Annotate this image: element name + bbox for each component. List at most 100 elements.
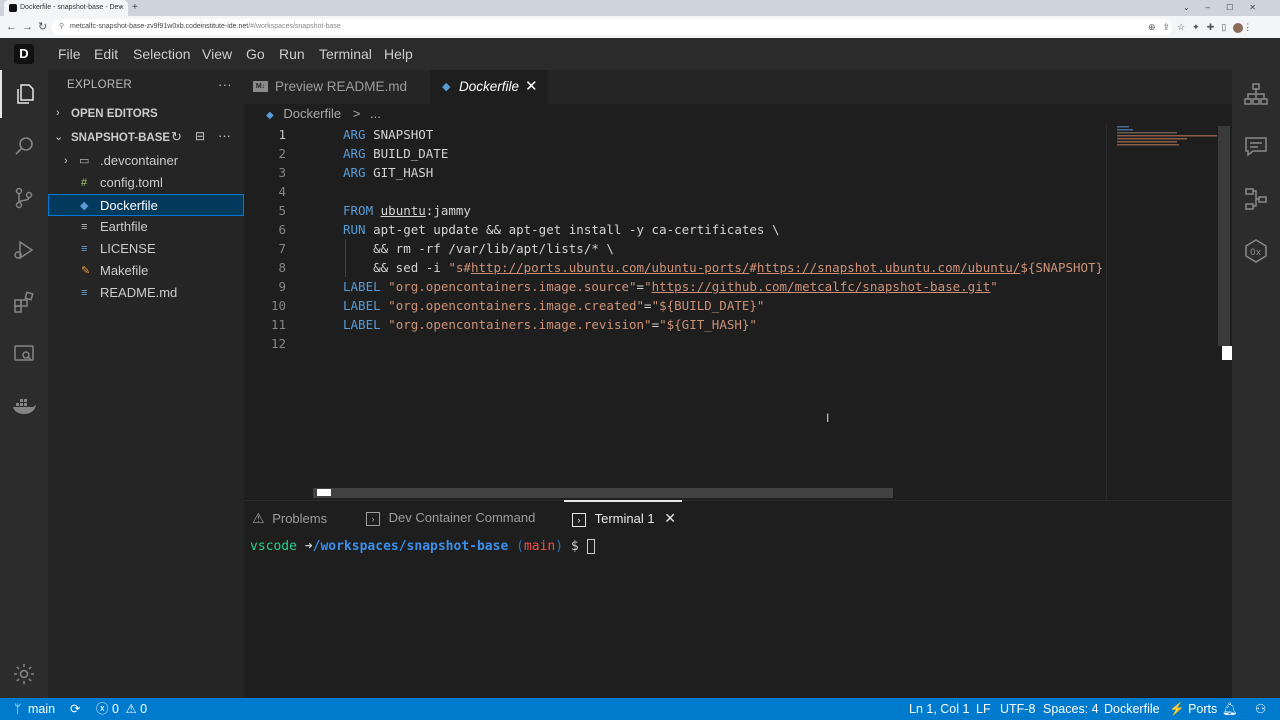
- chevron-right-icon[interactable]: ›: [56, 107, 60, 119]
- code-line: ARG SNAPSHOT: [343, 125, 433, 144]
- menu-view[interactable]: View: [202, 38, 232, 70]
- code-line: LABEL "org.opencontainers.image.revision…: [343, 315, 757, 334]
- reload-icon[interactable]: ↻: [38, 16, 47, 38]
- code-token: LABEL: [343, 317, 381, 332]
- share-icon[interactable]: ⇪: [1163, 22, 1178, 32]
- menu-terminal[interactable]: Terminal: [319, 38, 372, 70]
- menu-run[interactable]: Run: [279, 38, 305, 70]
- tree-item-config-toml[interactable]: # config.toml: [48, 172, 244, 194]
- notifications-bell-icon[interactable]: 🔔︎: [1222, 698, 1238, 720]
- explorer-icon[interactable]: [0, 70, 48, 118]
- explorer-more-icon[interactable]: ···: [218, 77, 232, 92]
- panel-tab-terminal[interactable]: › Terminal 1 ✕: [572, 506, 676, 530]
- refresh-icon[interactable]: ↻: [171, 129, 182, 145]
- source-control-icon[interactable]: [0, 174, 48, 222]
- menu-file[interactable]: File: [58, 38, 81, 70]
- code-line: LABEL "org.opencontainers.image.source"=…: [343, 277, 998, 296]
- tree-item-dockerfile[interactable]: ◆ Dockerfile: [48, 194, 244, 216]
- breadcrumb[interactable]: ◆ Dockerfile > ...: [266, 104, 381, 126]
- text-file-icon: ≡: [81, 221, 88, 233]
- horizontal-scrollbar[interactable]: [313, 488, 893, 498]
- error-icon: ⓧ: [96, 702, 109, 716]
- new-tab-button[interactable]: +: [132, 0, 138, 16]
- tree-item-label: .devcontainer: [100, 153, 179, 168]
- sync-icon[interactable]: ⟳: [70, 698, 80, 720]
- git-branch-icon: ᛘ: [14, 702, 22, 716]
- line-number: 8: [278, 260, 286, 275]
- menu-edit[interactable]: Edit: [94, 38, 118, 70]
- status-eol[interactable]: LF: [976, 698, 991, 720]
- search-icon[interactable]: [0, 122, 48, 170]
- accounts-icon[interactable]: ⚇: [1255, 698, 1266, 720]
- browser-extension-icons[interactable]: ⊕⇪☆✦✚▯ ⋮: [1148, 16, 1259, 38]
- tab-preview-readme[interactable]: M↓ Preview README.md: [244, 70, 430, 104]
- vertical-scrollbar[interactable]: [1218, 124, 1232, 500]
- folder-section[interactable]: SNAPSHOT-BASE: [71, 132, 170, 144]
- menu-go[interactable]: Go: [246, 38, 265, 70]
- tree-item-makefile[interactable]: ✎ Makefile: [48, 260, 244, 282]
- window-controls[interactable]: ⌄–☐✕: [1183, 0, 1272, 16]
- run-debug-icon[interactable]: [0, 226, 48, 274]
- settings-gear-icon[interactable]: [0, 650, 48, 698]
- panel-tab-problems[interactable]: ⚠ Problems: [252, 506, 327, 530]
- folder-icon: ▭: [79, 155, 90, 167]
- docker-icon[interactable]: [0, 382, 48, 430]
- extensions-icon[interactable]: [0, 278, 48, 326]
- hex-0x-icon[interactable]: 0x: [1232, 238, 1280, 269]
- address-bar[interactable]: ⚲ metcalfc-snapshot-base-zv9f91w0xb.code…: [52, 19, 1172, 35]
- chevron-down-icon[interactable]: ⌄: [54, 130, 63, 143]
- status-branch[interactable]: ᛘ main: [14, 698, 55, 720]
- terminal-dollar: $: [570, 539, 579, 554]
- bookmark-star-icon[interactable]: ☆: [1177, 22, 1192, 32]
- folder-more-icon[interactable]: ···: [218, 128, 231, 143]
- status-indentation[interactable]: Spaces: 4: [1043, 698, 1099, 720]
- status-language[interactable]: Dockerfile: [1104, 698, 1160, 720]
- workflow-icon[interactable]: [1232, 186, 1280, 217]
- panel-tab-label: Terminal 1: [594, 511, 655, 526]
- back-icon[interactable]: ←: [6, 16, 17, 38]
- puzzle-icon[interactable]: ✚: [1207, 22, 1222, 32]
- remote-explorer-icon[interactable]: [0, 330, 48, 378]
- tree-item-label: README.md: [100, 285, 178, 300]
- code-token: =: [644, 298, 652, 313]
- browser-tab[interactable]: Dockerfile - snapshot-base - Dev ×: [4, 0, 128, 16]
- forward-icon[interactable]: →: [22, 16, 33, 38]
- tree-item-readme[interactable]: ≡ README.md: [48, 282, 244, 304]
- line-number: 5: [278, 203, 286, 218]
- minimap[interactable]: [1106, 124, 1219, 500]
- breadcrumb-more[interactable]: ...: [370, 106, 381, 121]
- menu-selection[interactable]: Selection: [133, 38, 191, 70]
- code-line: && rm -rf /var/lib/apt/lists/* \: [343, 239, 614, 258]
- line-number: 2: [278, 146, 286, 161]
- extension-icon[interactable]: ✦: [1192, 22, 1207, 32]
- sidebar-icon[interactable]: ▯: [1221, 22, 1233, 32]
- line-number: 1: [278, 127, 286, 142]
- scrollbar-thumb[interactable]: [1218, 126, 1230, 346]
- terminal-prompt[interactable]: vscode ➜/workspaces/snapshot-base (main)…: [250, 538, 595, 556]
- panel-tab-devcontainer[interactable]: › Dev Container Command: [366, 506, 535, 530]
- org-chart-icon[interactable]: [1232, 82, 1280, 113]
- status-problems[interactable]: ⓧ 0 ⚠ 0: [96, 698, 147, 720]
- browser-menu-icon[interactable]: ⋮: [1243, 22, 1259, 32]
- code-line: LABEL "org.opencontainers.image.created"…: [343, 296, 764, 315]
- tree-item-license[interactable]: ≡ LICENSE: [48, 238, 244, 260]
- status-position[interactable]: Ln 1, Col 1: [909, 698, 969, 720]
- zoom-icon[interactable]: ⊕: [1148, 22, 1163, 32]
- close-icon[interactable]: ✕: [664, 510, 676, 526]
- status-encoding[interactable]: UTF-8: [1000, 698, 1035, 720]
- tab-dockerfile[interactable]: ◆ Dockerfile ✕: [430, 70, 548, 104]
- tree-item-devcontainer[interactable]: › ▭ .devcontainer: [48, 150, 244, 172]
- app-logo: D: [14, 44, 34, 64]
- chat-icon[interactable]: [1232, 134, 1280, 165]
- open-editors-section[interactable]: OPEN EDITORS: [71, 108, 158, 120]
- status-ports[interactable]: ⚡ Ports: [1169, 698, 1217, 720]
- collapse-all-icon[interactable]: ⊟: [195, 129, 205, 143]
- tree-item-earthfile[interactable]: ≡ Earthfile: [48, 216, 244, 238]
- code-editor[interactable]: 1 ARG SNAPSHOT 2 ARG BUILD_DATE 3 ARG GIT_HAS…: [244, 124, 1106, 500]
- close-icon[interactable]: ✕: [525, 70, 538, 104]
- menu-help[interactable]: Help: [384, 38, 413, 70]
- close-tab-icon[interactable]: ×: [119, 0, 124, 16]
- breadcrumb-file[interactable]: Dockerfile: [283, 106, 341, 121]
- avatar[interactable]: [1233, 22, 1244, 33]
- line-number: 9: [278, 279, 286, 294]
